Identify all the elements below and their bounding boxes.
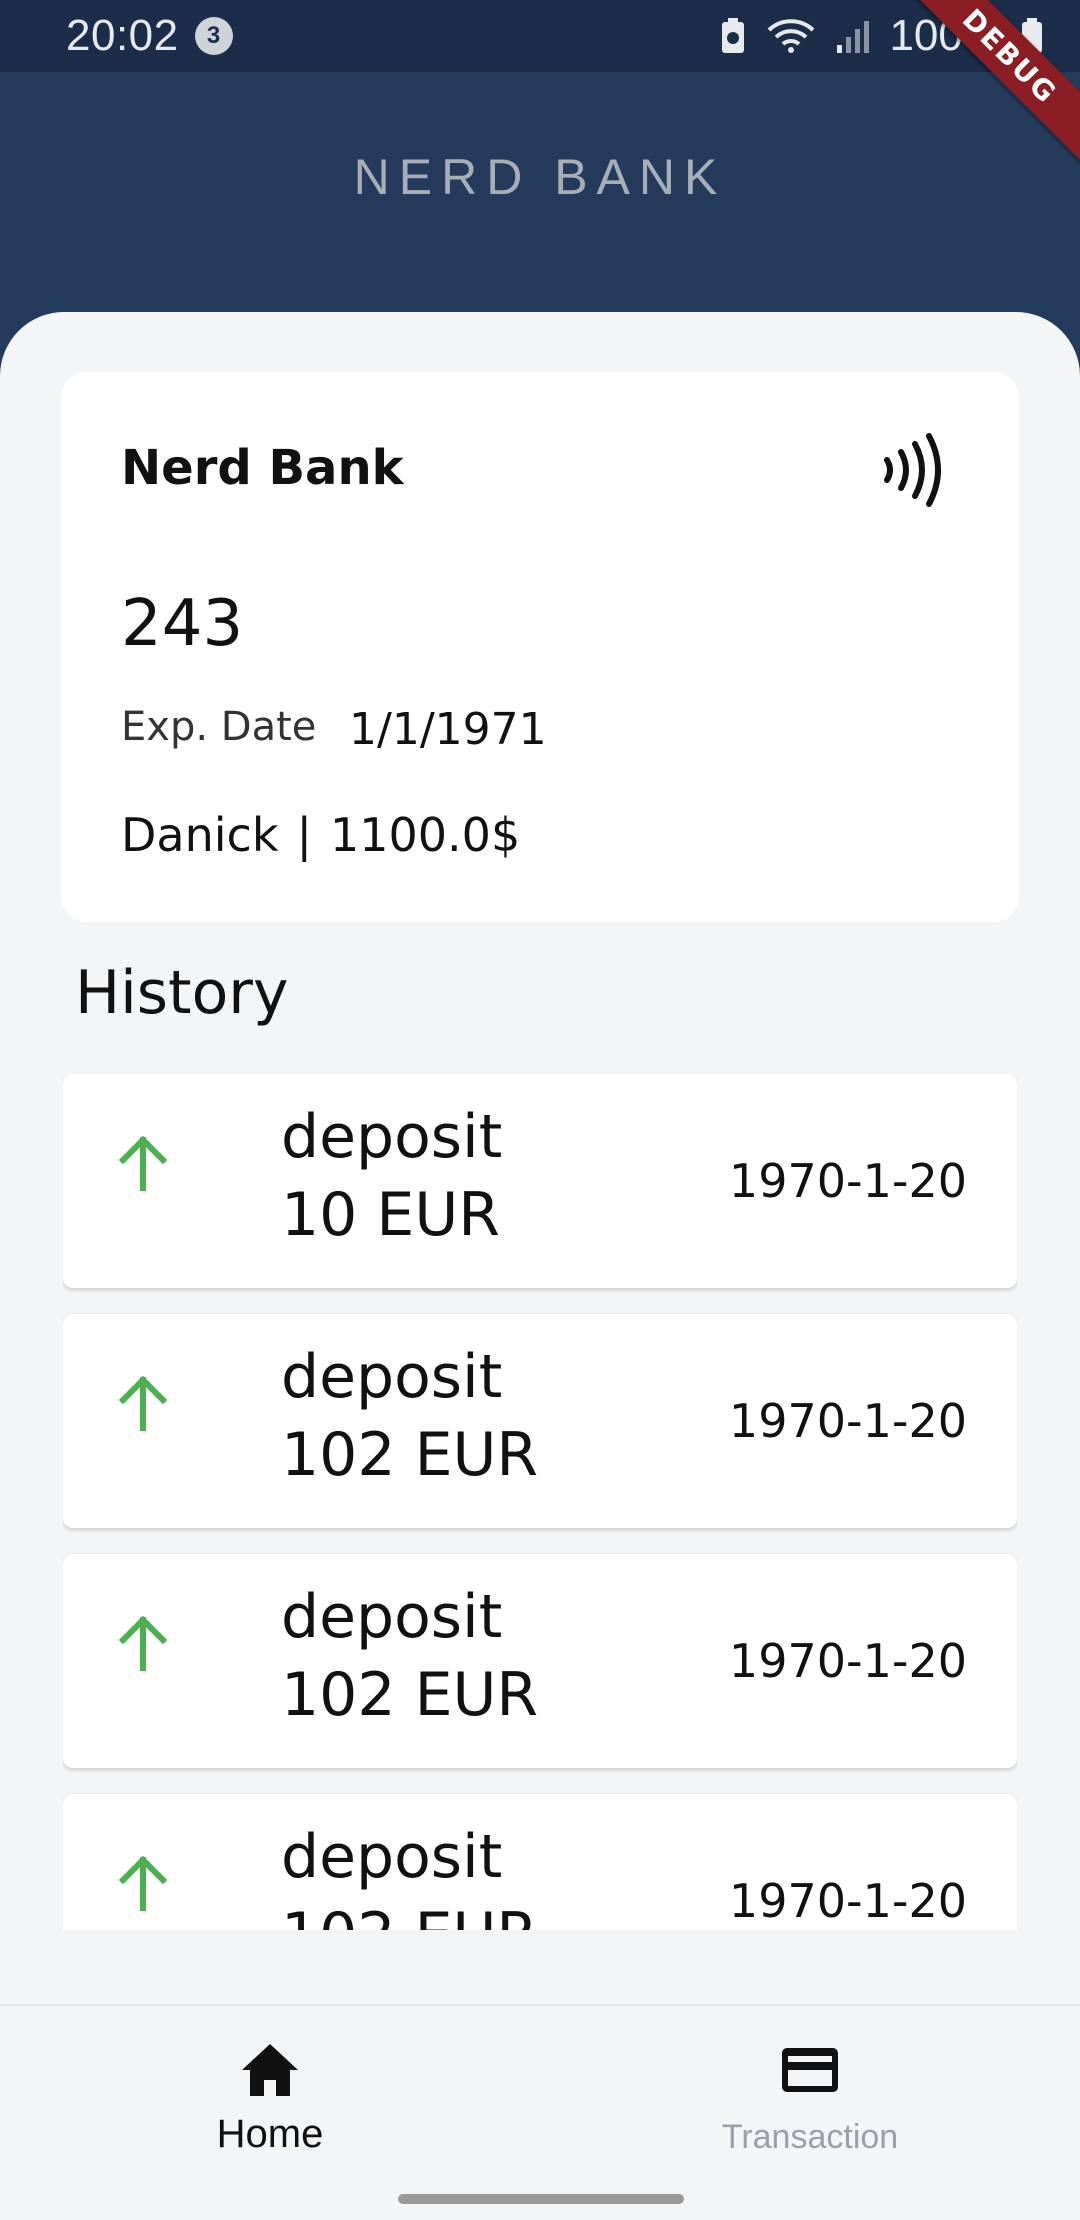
app-title: NERD BANK	[353, 149, 727, 205]
gesture-handle[interactable]	[398, 2194, 684, 2204]
status-time: 20:02	[66, 11, 179, 60]
history-title: History	[75, 958, 289, 1028]
bank-card[interactable]: Nerd Bank 243 Exp. Date 1/1/1971 Danick …	[61, 372, 1019, 922]
nfc-icon	[884, 433, 941, 507]
battery-saver-icon	[722, 18, 745, 53]
nav-transaction[interactable]: Transaction	[540, 2006, 1080, 2178]
history-item[interactable]: deposit 102 EUR 1970-1-20	[63, 1794, 1017, 1930]
credit-card-icon	[782, 2048, 838, 2092]
card-holder-balance: Danick | 1100.0$	[121, 808, 520, 862]
history-item[interactable]: deposit 102 EUR 1970-1-20	[63, 1554, 1017, 1768]
expiry-date: 1/1/1971	[349, 704, 547, 755]
transaction-date: 1970-1-20	[728, 1394, 967, 1448]
nav-home[interactable]: Home	[0, 2006, 540, 2178]
signal-icon	[837, 21, 870, 53]
transaction-amount: 102 EUR	[281, 1660, 539, 1730]
wifi-icon	[768, 19, 815, 53]
arrow-up-icon	[118, 1855, 168, 1911]
arrow-up-icon	[118, 1375, 168, 1431]
status-bar: 20:02 3 100%	[0, 0, 1080, 72]
transaction-date: 1970-1-20	[728, 1634, 967, 1688]
transaction-amount: 102 EUR	[281, 1900, 538, 1930]
history-item[interactable]: deposit 10 EUR 1970-1-20	[63, 1074, 1017, 1288]
history-item[interactable]: deposit 102 EUR 1970-1-20	[63, 1314, 1017, 1528]
home-icon	[242, 2044, 298, 2096]
transaction-type: deposit	[281, 1822, 503, 1892]
transaction-date: 1970-1-20	[728, 1154, 967, 1208]
transaction-type: deposit	[281, 1102, 503, 1172]
transaction-date: 1970-1-20	[728, 1874, 967, 1928]
transaction-amount: 102 EUR	[281, 1420, 539, 1490]
card-separator: |	[296, 808, 312, 862]
notification-count-badge: 3	[194, 17, 233, 55]
history-list[interactable]: deposit 10 EUR 1970-1-20 deposit 102 EUR…	[63, 1074, 1017, 1930]
gesture-area	[0, 2176, 1080, 2220]
main-content: Nerd Bank 243 Exp. Date 1/1/1971 Danick …	[0, 312, 1080, 2004]
arrow-up-icon	[118, 1135, 168, 1191]
card-number: 243	[121, 587, 244, 661]
card-bank-name: Nerd Bank	[121, 440, 404, 496]
expiry-label: Exp. Date	[121, 704, 317, 750]
card-holder-name: Danick	[121, 808, 279, 862]
arrow-up-icon	[118, 1615, 168, 1671]
nav-transaction-label: Transaction	[721, 2118, 899, 2156]
bottom-nav: Home Transaction	[0, 2004, 1080, 2176]
nav-home-label: Home	[216, 2112, 324, 2156]
transaction-type: deposit	[281, 1342, 503, 1412]
transaction-type: deposit	[281, 1582, 503, 1652]
app-bar: NERD BANK	[0, 72, 1080, 312]
card-balance: 1100.0$	[329, 808, 521, 862]
transaction-amount: 10 EUR	[281, 1180, 500, 1250]
